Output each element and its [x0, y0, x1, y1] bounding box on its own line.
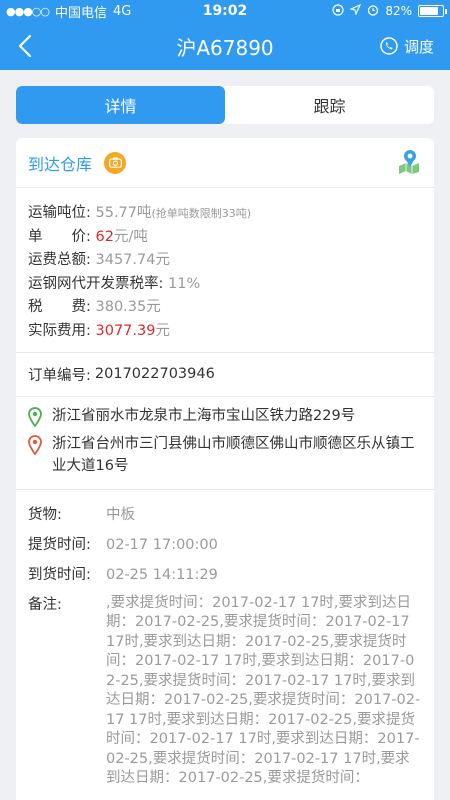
status-row: 到达仓库 [16, 138, 434, 188]
order-number: 2017022703946 [94, 366, 215, 383]
back-chevron-icon [18, 34, 32, 58]
arrival-label: 到货时间: [28, 566, 91, 583]
cargo-row: 货物: 中板 [28, 504, 422, 526]
location-arrow-icon [349, 3, 362, 18]
info-section: 货物: 中板 提货时间: 02-17 17:00:00 到货时间: 02-25 … [16, 490, 434, 795]
cargo-label-text: 货物: [28, 506, 62, 523]
tab-details[interactable]: 详情 [16, 86, 225, 124]
fee-label: 实际费用: [28, 322, 91, 339]
detail-card: 到达仓库 运输吨位: 55.77吨(抢单吨数限制33吨) 单 价: 62元/吨 … [16, 138, 434, 800]
pickup-value: 02-17 17:00:00 [106, 536, 218, 553]
fee-row-tax-rate: 运钢网代开发票税率: 11% [28, 273, 422, 297]
lock-rotation-icon [332, 3, 344, 19]
fee-row-unit-price: 单 价: 62元/吨 [28, 226, 422, 250]
fee-note: (抢单吨数限制33吨) [151, 207, 252, 220]
address-section: 浙江省丽水市龙泉市上海市宝山区铁力路229号 浙江省台州市三门县佛山市顺德区佛山… [16, 397, 434, 490]
dispatch-label: 调度 [403, 37, 434, 56]
fee-label: 运钢网代开发票税率: [28, 275, 164, 292]
carrier-name: 中国电信 [55, 5, 108, 21]
nav-bar: 沪A67890 调度 [0, 22, 450, 70]
fee-label: 运费总额: [28, 252, 91, 269]
alarm-icon [367, 4, 379, 19]
order-row: 订单编号: 2017022703946 [16, 353, 434, 397]
fee-value: 3077.39 [95, 322, 156, 339]
destination-text: 浙江省台州市三门县佛山市顺德区佛山市顺德区乐从镇工业大道16号 [52, 435, 415, 474]
map-pin-icon [399, 149, 419, 174]
camera-button[interactable] [104, 151, 127, 174]
fee-row-tonnage: 运输吨位: 55.77吨(抢单吨数限制33吨) [28, 202, 422, 226]
signal-dots-icon: ●●●○○ [6, 4, 50, 18]
fee-value: 55.77吨 [95, 205, 152, 221]
fee-value: 62 [95, 228, 114, 245]
fee-value: 3457.74元 [95, 252, 170, 269]
fee-section: 运输吨位: 55.77吨(抢单吨数限制33吨) 单 价: 62元/吨 运费总额:… [16, 188, 434, 353]
origin-pin-icon [28, 406, 42, 427]
fee-row-actual: 实际费用: 3077.39元 [28, 320, 422, 344]
fee-label: 单 价: [28, 228, 91, 245]
back-button[interactable] [0, 22, 50, 70]
fee-label: 运输吨位: [28, 205, 91, 221]
pickup-row: 提货时间: 02-17 17:00:00 [28, 534, 422, 556]
battery-icon [418, 5, 447, 17]
status-text: 到达仓库 [28, 154, 93, 174]
pickup-label: 提货时间: [28, 536, 91, 553]
fee-unit: 元/吨 [113, 228, 148, 245]
clock: 19:02 [202, 3, 248, 19]
remarks-value: ,要求提货时间：2017-02-17 17时,要求到达日期：2017-02-25… [106, 594, 421, 787]
fee-value: 11% [168, 275, 201, 292]
fee-row-tax: 税 费: 380.35元 [28, 296, 422, 320]
remarks-row: 备注: ,要求提货时间：2017-02-17 17时,要求到达日期：2017-0… [28, 594, 422, 789]
status-bar: ●●●○○ 中国电信 4G 19:02 82% [0, 0, 450, 22]
arrival-value: 02-25 14:11:29 [106, 566, 218, 583]
arrival-row: 到货时间: 02-25 14:11:29 [28, 564, 422, 586]
camera-icon [108, 157, 122, 168]
phone-icon [380, 37, 398, 55]
origin-address: 浙江省丽水市龙泉市上海市宝山区铁力路229号 [28, 405, 422, 427]
destination-address: 浙江省台州市三门县佛山市顺德区佛山市顺德区乐从镇工业大道16号 [28, 433, 422, 477]
network-type: 4G [113, 3, 132, 19]
fee-unit: 元 [155, 322, 170, 339]
map-button[interactable] [396, 148, 422, 178]
origin-text: 浙江省丽水市龙泉市上海市宝山区铁力路229号 [52, 407, 356, 424]
tab-tracking[interactable]: 跟踪 [225, 86, 434, 124]
fee-row-total: 运费总额: 3457.74元 [28, 249, 422, 273]
cargo-label: 货物: [28, 504, 106, 526]
dispatch-button[interactable]: 调度 [380, 36, 434, 57]
fee-value: 380.35元 [95, 299, 161, 316]
order-label: 订单编号: [28, 367, 91, 384]
cargo-value: 中板 [106, 506, 135, 523]
fee-label: 税 费: [28, 299, 91, 316]
destination-pin-icon [28, 434, 42, 455]
battery-percent: 82% [385, 4, 412, 18]
remarks-label: 备注: [28, 596, 62, 613]
tab-bar: 详情 跟踪 [16, 86, 434, 124]
